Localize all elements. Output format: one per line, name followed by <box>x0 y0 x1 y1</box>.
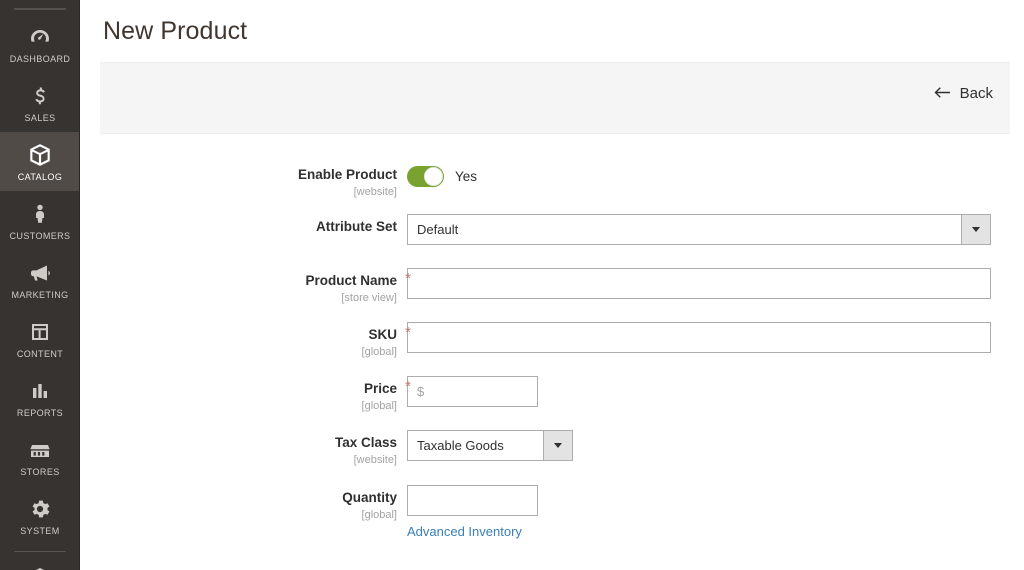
field-scope-product-name: [store view] <box>81 291 397 305</box>
field-label-col: Enable Product [website] <box>81 160 407 199</box>
field-label-col: Tax Class [website] <box>81 428 407 467</box>
sidebar-item-dashboard[interactable]: DASHBOARD <box>0 14 80 73</box>
enable-product-toggle-label: Yes <box>455 169 477 184</box>
field-control-col <box>407 266 991 299</box>
megaphone-icon <box>2 259 78 287</box>
sidebar-item-reports[interactable]: REPORTS <box>0 368 80 427</box>
admin-sidebar-nav: DASHBOARD SALES CATALOG CUSTOMERS MARKET <box>0 0 80 570</box>
tax-class-selected-value: Taxable Goods <box>408 431 543 460</box>
page-layout-icon <box>2 318 78 346</box>
field-label-sku: SKU <box>368 326 397 343</box>
arrow-left-icon <box>933 86 951 102</box>
back-button-label: Back <box>960 85 993 102</box>
field-scope-price: [global] <box>81 399 397 413</box>
field-sku: SKU * [global] <box>81 320 1024 374</box>
field-scope-enable-product: [website] <box>81 185 397 199</box>
sidebar-item-label: CONTENT <box>2 349 78 360</box>
advanced-inventory-link[interactable]: Advanced Inventory <box>407 524 522 539</box>
field-control-col: Taxable Goods <box>407 428 573 461</box>
price-input[interactable] <box>407 376 538 407</box>
attribute-set-selected-value: Default <box>408 215 961 244</box>
field-quantity: Quantity [global] Advanced Inventory <box>81 483 1024 541</box>
bar-chart-icon <box>2 377 78 405</box>
sidebar-item-label: STORES <box>2 467 78 478</box>
field-control-col: Default <box>407 212 991 245</box>
field-label-col: SKU * [global] <box>81 320 407 359</box>
field-attribute-set: Attribute Set Default <box>81 212 1024 266</box>
field-enable-product: Enable Product [website] Yes <box>81 160 1024 212</box>
field-scope-quantity: [global] <box>81 508 397 522</box>
product-name-input[interactable] <box>407 268 991 299</box>
field-control-col <box>407 320 991 353</box>
required-marker: * <box>405 378 411 395</box>
field-scope-sku: [global] <box>81 345 397 359</box>
tax-class-select[interactable]: Taxable Goods <box>407 430 573 461</box>
field-label-col: Quantity [global] <box>81 483 407 522</box>
field-label-price: Price <box>364 380 397 397</box>
sidebar-item-content[interactable]: CONTENT <box>0 309 80 368</box>
required-marker: * <box>405 270 411 287</box>
field-label-product-name: Product Name <box>305 272 397 289</box>
admin-new-product-page: DASHBOARD SALES CATALOG CUSTOMERS MARKET <box>0 0 1024 570</box>
sidebar-item-label: DASHBOARD <box>2 54 78 65</box>
sidebar-item-label: MARKETING <box>2 290 78 301</box>
dollar-sign-icon <box>2 82 78 110</box>
field-product-name: Product Name * [store view] <box>81 266 1024 320</box>
sidebar-item-label: SALES <box>2 113 78 124</box>
sidebar-item-label: CATALOG <box>2 172 78 183</box>
sidebar-item-catalog[interactable]: CATALOG <box>0 132 80 191</box>
field-label-col: Attribute Set <box>81 212 407 237</box>
new-product-form: Enable Product [website] Yes Attribute S… <box>81 160 1024 541</box>
enable-product-toggle[interactable] <box>407 166 444 187</box>
field-label-enable-product: Enable Product <box>298 166 397 183</box>
sidebar-item-stores[interactable]: STORES <box>0 427 80 486</box>
field-label-tax-class: Tax Class <box>335 434 397 451</box>
page-actions-toolbar: Back <box>100 62 1010 134</box>
person-icon <box>2 200 78 228</box>
chevron-down-icon[interactable] <box>543 431 572 460</box>
box-package-icon <box>2 141 78 169</box>
sidebar-item-sales[interactable]: SALES <box>0 73 80 132</box>
attribute-set-select[interactable]: Default <box>407 214 991 245</box>
toggle-knob <box>424 167 443 186</box>
field-control-col: Advanced Inventory <box>407 483 538 541</box>
sku-input[interactable] <box>407 322 991 353</box>
field-control-col <box>407 374 538 407</box>
field-label-col: Price * [global] <box>81 374 407 413</box>
field-tax-class: Tax Class [website] Taxable Goods <box>81 428 1024 483</box>
sidebar-item-label: REPORTS <box>2 408 78 419</box>
field-label-attribute-set: Attribute Set <box>316 218 397 235</box>
field-scope-tax-class: [website] <box>81 453 397 467</box>
field-price: Price * [global] <box>81 374 1024 428</box>
back-button[interactable]: Back <box>933 85 993 102</box>
sidebar-item-customers[interactable]: CUSTOMERS <box>0 191 80 250</box>
sidebar-item-find-partners-extensions[interactable]: FIND PARTNERS & EXTENSIONS <box>0 554 80 570</box>
main-content-area: New Product Back Enable Product [website… <box>81 0 1024 570</box>
dashboard-gauge-icon <box>2 23 78 51</box>
chevron-down-icon[interactable] <box>961 215 990 244</box>
required-marker: * <box>405 324 411 341</box>
field-label-quantity: Quantity <box>342 489 397 506</box>
enable-product-toggle-wrap: Yes <box>407 162 477 187</box>
sidebar-item-marketing[interactable]: MARKETING <box>0 250 80 309</box>
storefront-icon <box>2 436 78 464</box>
field-control-col: Yes <box>407 160 477 187</box>
sidebar-bottom-divider <box>14 551 66 552</box>
sidebar-item-label: CUSTOMERS <box>2 231 78 242</box>
quantity-input[interactable] <box>407 485 538 516</box>
sidebar-top-divider <box>14 8 66 10</box>
gear-icon <box>2 495 78 523</box>
page-title: New Product <box>103 14 1024 48</box>
sidebar-item-label: SYSTEM <box>2 526 78 537</box>
page-title-row: New Product <box>81 0 1024 56</box>
open-box-icon <box>2 563 78 570</box>
sidebar-item-system[interactable]: SYSTEM <box>0 486 80 545</box>
field-label-col: Product Name * [store view] <box>81 266 407 305</box>
